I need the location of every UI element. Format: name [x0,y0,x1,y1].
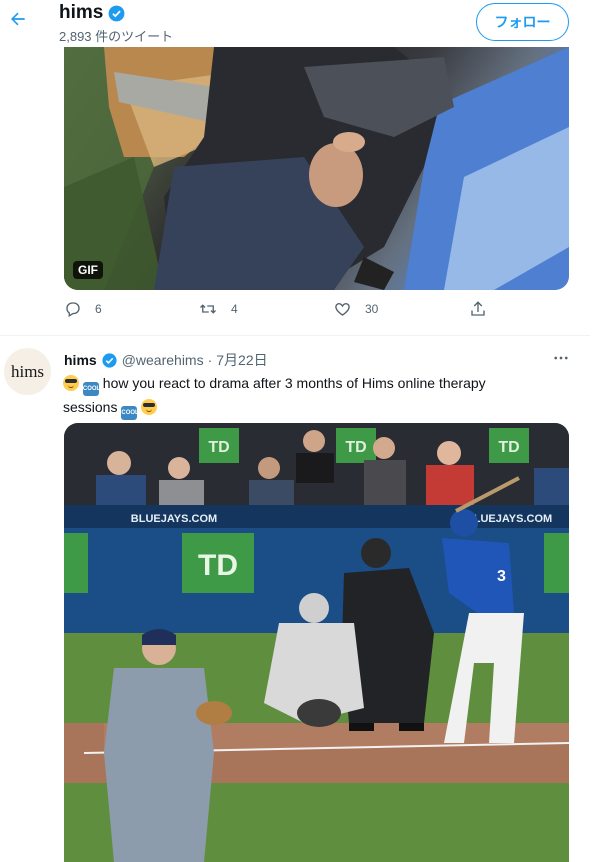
back-arrow-icon [11,12,25,26]
author-handle[interactable]: @wearehims [122,352,204,368]
gif-frame-image [64,47,569,290]
stadium-banner: BLUEJAYS.COM [131,513,217,525]
tweet-gif-media[interactable]: GIF [64,47,569,290]
tweet-text-main: how you react to drama after 3 months of… [102,375,486,391]
tweet-count: 2,893 件のツイート [59,29,174,44]
jersey-number: 3 [497,568,506,585]
sponsor-sign: TD [198,549,238,582]
retweet-icon [200,304,216,314]
cool-emoji-icon: COOL [82,382,100,396]
more-button[interactable] [552,350,570,371]
tweet-video-media[interactable]: TD TD TD BLUEJAYS.COM BLUEJAYS.COM TD 3 [64,423,569,862]
profile-title: hims [59,2,126,24]
cool-emoji-icon: COOL [121,406,139,420]
tweet-divider [0,335,590,336]
sponsor-sign: TD [498,439,519,456]
share-button[interactable] [469,300,487,318]
sunglasses-emoji-icon [63,375,79,391]
gif-badge: GIF [73,261,103,279]
retweet-count: 4 [231,302,238,316]
sponsor-sign: TD [208,439,229,456]
profile-name: hims [59,2,104,23]
avatar[interactable]: hims [4,348,51,395]
sunglasses-emoji-icon [141,399,158,415]
reply-count: 6 [95,302,102,316]
follow-button[interactable]: フォロー [476,3,569,41]
meta-separator: · [207,352,213,368]
tweet-text: COOL how you react to drama after 3 mont… [63,372,543,420]
like-icon [335,303,350,316]
share-icon [471,301,485,316]
retweet-button[interactable]: 4 [198,300,238,318]
tweet-text-end: sessions [63,399,118,415]
sponsor-sign: TD [345,439,366,456]
reply-button[interactable]: 6 [64,300,102,318]
more-icon [554,356,568,360]
reply-icon [66,302,80,317]
tweet-date[interactable]: 7月22日 [216,350,267,370]
back-button[interactable] [7,8,29,30]
verified-badge-icon [102,352,117,368]
profile-header: hims 2,893 件のツイート フォロー [0,0,596,47]
verified-badge-icon [108,5,125,21]
like-button[interactable]: 30 [333,300,378,318]
like-count: 30 [365,302,379,316]
tweet-actions: 6 4 30 [64,300,494,326]
tweet-header: hims @wearehims · 7月22日 [64,350,268,370]
author-name[interactable]: hims [64,352,97,368]
baseball-scene-image: TD TD TD BLUEJAYS.COM BLUEJAYS.COM TD 3 [64,423,569,862]
stadium-banner: BLUEJAYS.COM [466,513,552,525]
